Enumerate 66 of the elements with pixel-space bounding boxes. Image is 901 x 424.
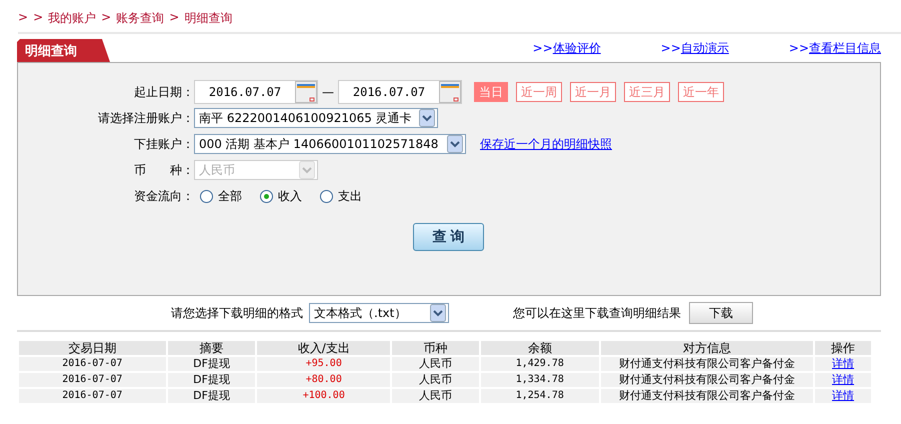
table-cell: 2016-07-07 [18,356,167,372]
column-header: 收入/支出 [256,340,392,356]
column-header: 摘要 [166,340,256,356]
table-cell: +80.00 [256,372,392,388]
column-header: 交易日期 [18,340,167,356]
table-cell: 财付通支付科技有限公司客户备付金 [600,356,814,372]
column-header: 余额 [480,340,600,356]
detail-link[interactable]: 详情 [832,373,854,386]
field-label: 起止日期： [133,84,194,100]
download-button[interactable]: 下载 [689,302,753,324]
table-cell: 2016-07-07 [18,388,167,404]
table-cell: 人民币 [391,372,480,388]
account-select[interactable]: 南平 6222001406100921065 灵通卡 [194,108,438,128]
link-prefix: >> [532,41,553,55]
field-label: 下挂账户： [133,136,194,152]
breadcrumb-link[interactable]: 账务查询 [116,10,164,32]
table-cell: +95.00 [256,356,392,372]
table-cell: DF提现 [166,372,256,388]
detail-link[interactable]: 详情 [832,357,854,370]
radio-label: 支出 [338,188,362,204]
sub-account-select[interactable]: 000 活期 基本户 1406600101102571848 [194,134,466,154]
table-cell: 1,334.78 [480,372,600,388]
query-button[interactable]: 查 询 [413,223,484,251]
format-select[interactable]: 文本格式（.txt） [309,303,449,323]
table-cell: 2016-07-07 [18,372,167,388]
breadcrumb-separator: > [101,10,112,26]
breadcrumb-separator: > [33,10,44,26]
table-cell: 1,429.78 [480,356,600,372]
header-link[interactable]: 自动演示 [680,41,729,55]
column-header: 操作 [814,340,872,356]
format-label: 请您选择下载明细的格式 [171,304,303,322]
field-label: 请选择注册账户： [97,110,194,126]
date-field[interactable]: 2016.07.07 [194,80,318,104]
range-separator: — [322,85,334,99]
table-cell: 人民币 [391,388,480,404]
radio-label: 全部 [218,188,242,204]
header-link[interactable]: 查看栏目信息 [809,41,881,55]
link-prefix: >> [788,41,809,55]
radio-button[interactable] [200,190,213,202]
date-field[interactable]: 2016.07.07 [338,80,462,104]
breadcrumb-separator: > [169,10,180,26]
table-cell: 财付通支付科技有限公司客户备付金 [600,372,814,388]
breadcrumb-separator: > [18,10,28,26]
calendar-icon[interactable] [439,81,461,103]
table-cell: +100.00 [256,388,392,404]
calendar-icon[interactable] [295,81,317,103]
column-header: 对方信息 [600,340,814,356]
table-cell: 人民币 [391,356,480,372]
table-cell: DF提现 [166,356,256,372]
download-hint: 您可以在这里下载查询明细结果 [513,304,681,322]
breadcrumb-link[interactable]: 明细查询 [184,10,232,32]
radio-button[interactable] [260,190,273,202]
breadcrumb-link[interactable]: 我的账户 [48,10,96,32]
radio-button[interactable] [320,190,333,202]
table-cell: DF提现 [166,388,256,404]
snapshot-link[interactable]: 保存近一个月的明细快照 [480,136,612,152]
field-label: 资金流向： [133,188,194,204]
table-cell: 财付通支付科技有限公司客户备付金 [600,388,814,404]
header-link[interactable]: 体验评价 [552,41,601,55]
detail-link[interactable]: 详情 [832,389,854,402]
link-prefix: >> [660,41,681,55]
radio-label: 收入 [278,188,302,204]
field-label: 币 种： [133,162,194,178]
column-header: 币种 [391,340,480,356]
table-cell: 1,254.78 [480,388,600,404]
panel-tab[interactable]: 明细查询 [17,39,110,62]
